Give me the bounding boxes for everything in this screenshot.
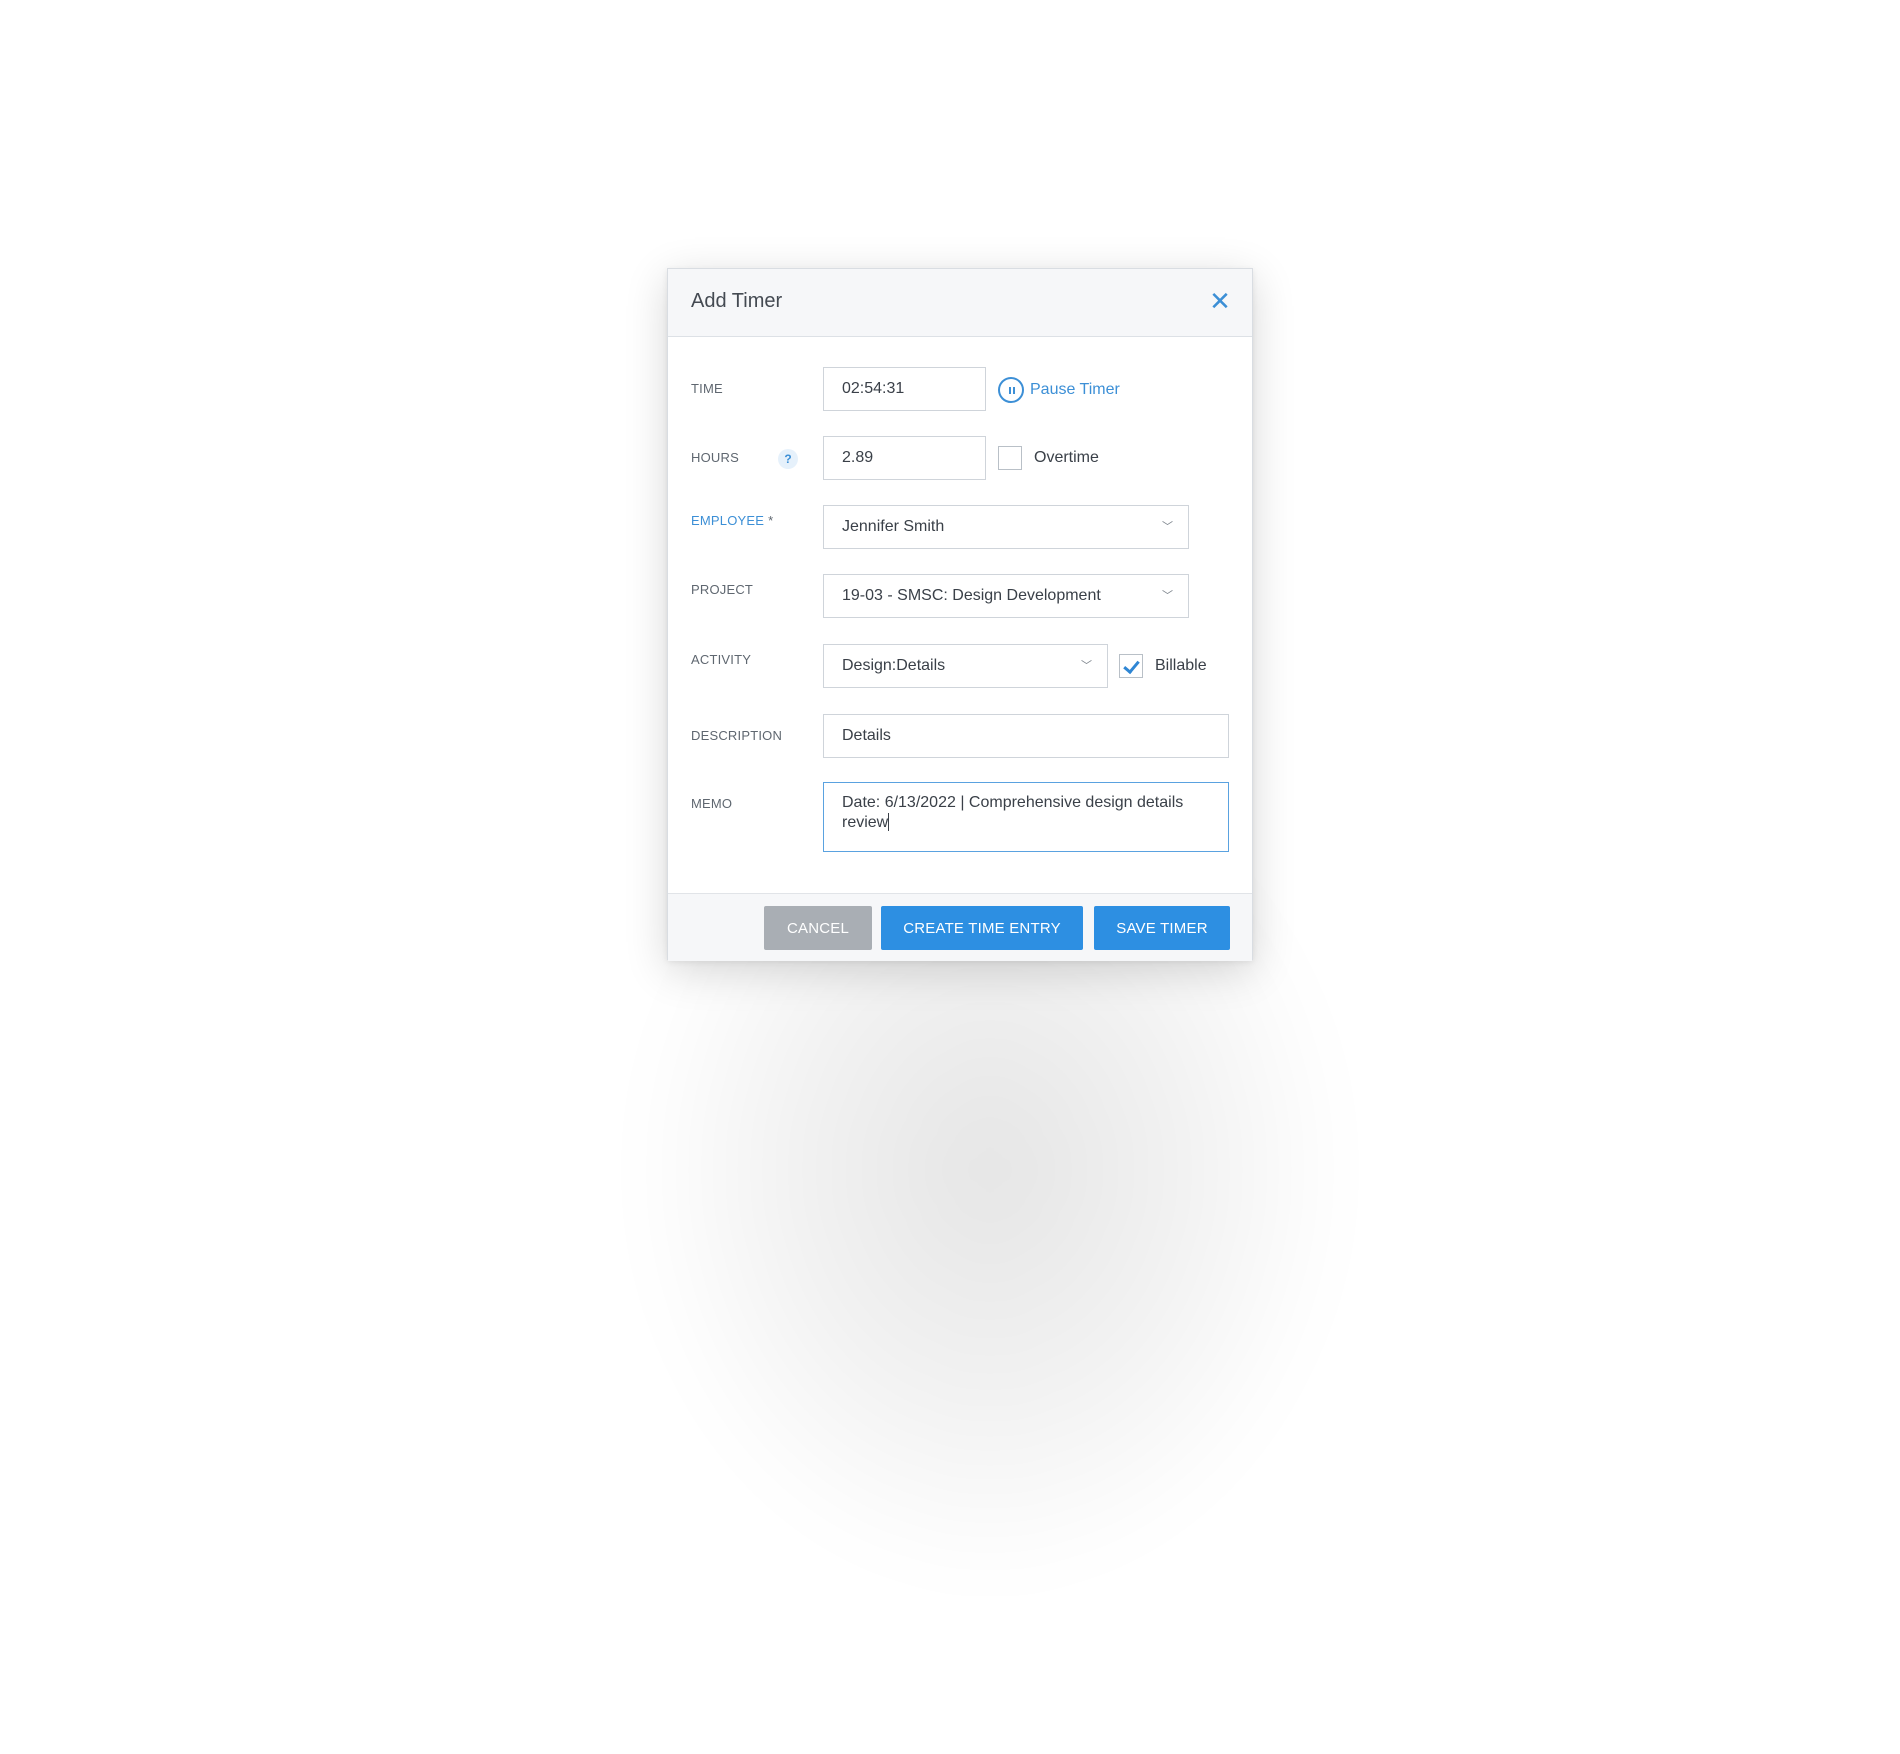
overtime-checkbox[interactable]: Overtime bbox=[998, 446, 1099, 470]
time-input[interactable]: 02:54:31 bbox=[823, 367, 986, 411]
billable-checkbox-box[interactable] bbox=[1119, 654, 1143, 678]
overtime-label: Overtime bbox=[1034, 449, 1099, 466]
employee-value: Jennifer Smith bbox=[842, 518, 945, 535]
create-time-entry-button[interactable]: CREATE TIME ENTRY bbox=[881, 906, 1083, 950]
chevron-down-icon: ﹀ bbox=[1162, 521, 1173, 533]
employee-label: EMPLOYEE * bbox=[691, 513, 773, 528]
close-icon[interactable]: ✕ bbox=[1206, 287, 1234, 315]
employee-select[interactable]: Jennifer Smith ﹀ bbox=[823, 505, 1189, 549]
project-label: PROJECT bbox=[691, 582, 754, 597]
hours-input[interactable]: 2.89 bbox=[823, 436, 986, 480]
activity-select[interactable]: Design:Details ﹀ bbox=[823, 644, 1108, 688]
memo-textarea[interactable]: Date: 6/13/2022 | Comprehensive design d… bbox=[823, 782, 1229, 852]
memo-value: Date: 6/13/2022 | Comprehensive design d… bbox=[842, 794, 1184, 831]
activity-value: Design:Details bbox=[842, 657, 946, 674]
text-cursor bbox=[888, 813, 890, 831]
billable-label: Billable bbox=[1155, 657, 1207, 674]
employee-label-text: EMPLOYEE bbox=[691, 513, 765, 528]
pause-timer-link[interactable]: Pause Timer bbox=[998, 375, 1120, 405]
description-row: DESCRIPTION Details bbox=[668, 714, 1252, 760]
project-row: PROJECT 19-03 - SMSC: Design Development… bbox=[668, 574, 1252, 620]
activity-label: ACTIVITY bbox=[691, 652, 752, 667]
save-timer-button[interactable]: SAVE TIMER bbox=[1094, 906, 1230, 950]
memo-label: MEMO bbox=[691, 796, 733, 811]
time-label: TIME bbox=[691, 381, 723, 396]
chevron-down-icon: ﹀ bbox=[1162, 590, 1173, 602]
time-row: TIME 02:54:31 Pause Timer bbox=[668, 367, 1252, 413]
billable-checkbox[interactable]: Billable bbox=[1119, 654, 1207, 678]
screen: Add Timer ✕ TIME 02:54:31 Pause Timer HO… bbox=[0, 0, 1900, 1754]
dialog-footer: CANCEL CREATE TIME ENTRY SAVE TIMER bbox=[668, 893, 1252, 961]
dialog-title: Add Timer bbox=[691, 290, 783, 312]
description-label: DESCRIPTION bbox=[691, 728, 783, 743]
help-icon[interactable]: ? bbox=[778, 449, 798, 469]
hours-row: HOURS ? 2.89 Overtime bbox=[668, 436, 1252, 482]
project-value: 19-03 - SMSC: Design Development bbox=[842, 587, 1101, 604]
overtime-checkbox-box[interactable] bbox=[998, 446, 1022, 470]
pause-icon bbox=[998, 377, 1024, 403]
activity-row: ACTIVITY Design:Details ﹀ Billable bbox=[668, 644, 1252, 690]
description-input[interactable]: Details bbox=[823, 714, 1229, 758]
hours-label: HOURS bbox=[691, 450, 739, 465]
pause-timer-label: Pause Timer bbox=[1030, 381, 1120, 398]
employee-row: EMPLOYEE * Jennifer Smith ﹀ bbox=[668, 505, 1252, 551]
add-timer-dialog: Add Timer ✕ TIME 02:54:31 Pause Timer HO… bbox=[667, 268, 1253, 961]
memo-row: MEMO Date: 6/13/2022 | Comprehensive des… bbox=[668, 782, 1252, 852]
required-mark: * bbox=[768, 513, 774, 528]
dialog-header: Add Timer ✕ bbox=[668, 269, 1252, 337]
project-select[interactable]: 19-03 - SMSC: Design Development ﹀ bbox=[823, 574, 1189, 618]
cancel-button[interactable]: CANCEL bbox=[764, 906, 872, 950]
chevron-down-icon: ﹀ bbox=[1081, 660, 1092, 672]
